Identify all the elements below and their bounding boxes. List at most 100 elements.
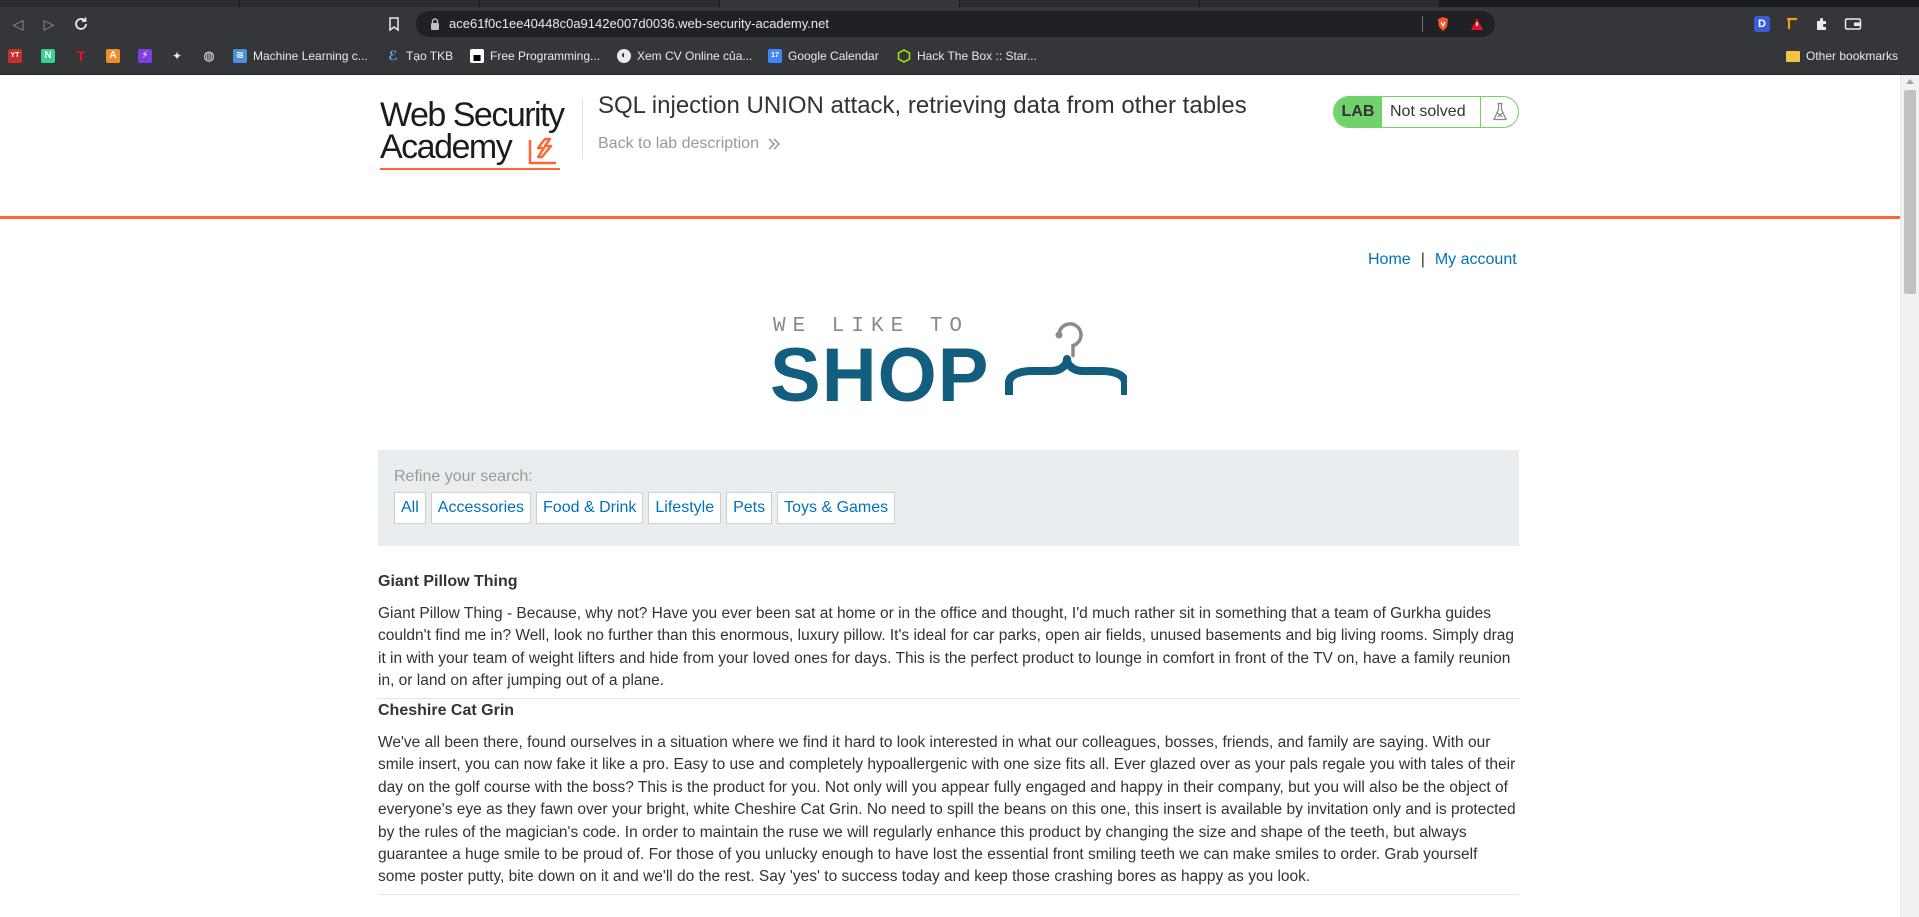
bolt-icon: ⚡	[138, 49, 152, 63]
bookmark-item[interactable]: 17 Google Calendar	[768, 41, 879, 71]
bookmark-item[interactable]: ≋ Machine Learning c...	[233, 41, 368, 71]
product-name: Giant Pillow Thing	[378, 573, 518, 590]
bookmark-label: Tạo TKB	[406, 49, 454, 63]
forward-arrow-icon[interactable]: ▷	[40, 15, 58, 33]
web-security-academy-logo[interactable]: Web Security Academy	[380, 97, 576, 173]
web-page: Web Security Academy SQL injection UNION…	[0, 75, 1900, 917]
back-link-label: Back to lab description	[598, 135, 759, 152]
wallet-icon[interactable]	[1844, 16, 1862, 32]
ml-icon: ≋	[233, 49, 247, 63]
other-bookmarks-label: Other bookmarks	[1806, 49, 1899, 63]
other-bookmarks-folder[interactable]: Other bookmarks	[1786, 41, 1898, 71]
back-arrow-icon[interactable]: ◁	[9, 15, 27, 33]
bookmark-a[interactable]: A	[106, 41, 120, 71]
brave-shields-icon[interactable]	[1435, 16, 1451, 32]
globe-icon: ◐	[617, 49, 631, 63]
header-divider	[582, 99, 583, 159]
nav-separator: |	[1420, 251, 1425, 268]
account-nav: Home | My account	[1368, 250, 1517, 270]
bookmark-globe[interactable]: ◍	[202, 41, 216, 71]
lightning-bolt-icon	[528, 137, 556, 165]
shop-logo: WE LIKE TO SHOP	[770, 313, 1130, 418]
bookmark-t[interactable]: T	[74, 41, 88, 71]
category-filters: All Accessories Food & Drink Lifestyle P…	[394, 492, 896, 524]
academy-header: Web Security Academy SQL injection UNION…	[0, 75, 1900, 219]
category-accessories[interactable]: Accessories	[430, 492, 532, 524]
reload-icon[interactable]	[72, 15, 90, 33]
product-item: Cheshire Cat Grin We've all been there, …	[378, 701, 1519, 895]
address-bar[interactable]: ace61f0c1ee40448c0a9142e007d0036.web-sec…	[416, 11, 1495, 37]
youtube-icon: YT	[8, 49, 22, 63]
extensions-puzzle-icon[interactable]	[1814, 16, 1830, 32]
clothes-hanger-icon	[1005, 322, 1127, 395]
scrollbar-thumb[interactable]	[1904, 90, 1916, 294]
page-scrollbar[interactable]	[1900, 75, 1919, 917]
folder-icon	[1786, 50, 1800, 62]
scroll-up-arrow-icon[interactable]	[1906, 79, 1914, 84]
browser-toolbar: ◁ ▷ ace61f0c1ee40448c0a9142e007d0036.web…	[0, 7, 1919, 41]
a-app-icon: A	[106, 49, 120, 63]
category-pets[interactable]: Pets	[726, 492, 773, 524]
category-food-drink[interactable]: Food & Drink	[536, 492, 644, 524]
htb-icon	[897, 49, 911, 63]
extension-hook-icon[interactable]	[1784, 16, 1800, 32]
extension-d-icon[interactable]: D	[1754, 16, 1770, 32]
bookmark-item[interactable]: ▄ Free Programming...	[470, 41, 600, 71]
brave-rewards-icon[interactable]	[1469, 16, 1485, 32]
t-app-icon: T	[76, 48, 86, 64]
calendar-icon: 17	[768, 49, 782, 63]
category-all[interactable]: All	[394, 492, 426, 524]
lock-icon	[431, 18, 439, 30]
browser-tab-active[interactable]	[720, 0, 960, 7]
product-description: We've all been there, found ourselves in…	[378, 734, 1516, 886]
product-description: Giant Pillow Thing - Because, why not? H…	[378, 605, 1514, 690]
bookmark-label: Machine Learning c...	[253, 49, 368, 63]
bookmark-label: Hack The Box :: Star...	[917, 49, 1037, 63]
refine-search-label: Refine your search:	[394, 468, 533, 485]
bookmark-label: Free Programming...	[490, 49, 601, 63]
logo-line-2: Academy	[380, 128, 513, 166]
bookmark-item[interactable]: ◐ Xem CV Online của...	[617, 41, 752, 71]
bookmark-label: Google Calendar	[788, 49, 879, 63]
address-bar-url[interactable]: ace61f0c1ee40448c0a9142e007d0036.web-sec…	[449, 11, 829, 37]
bookmark-bolt[interactable]: ⚡	[138, 41, 152, 71]
flask-icon	[1480, 97, 1518, 127]
kali-dragon-icon: ✦	[171, 49, 183, 63]
search-filter-panel: Refine your search: All Accessories Food…	[378, 450, 1519, 546]
browser-tab[interactable]	[240, 0, 480, 7]
category-lifestyle[interactable]: Lifestyle	[648, 492, 722, 524]
tab-strip	[0, 0, 1919, 7]
browser-tab[interactable]	[1200, 0, 1440, 7]
bookmark-label: Xem CV Online của...	[637, 49, 753, 63]
address-bar-divider	[1422, 16, 1423, 32]
shop-logo-word: SHOP	[770, 333, 990, 418]
product-item: Giant Pillow Thing Giant Pillow Thing - …	[378, 572, 1519, 699]
lab-title: SQL injection UNION attack, retrieving d…	[598, 92, 1247, 119]
category-toys-games[interactable]: Toys & Games	[777, 492, 896, 524]
my-account-link[interactable]: My account	[1435, 250, 1517, 270]
bookmarks-bar: YT N T A ⚡ ✦ ◍ ≋ Machine Learning c... ℰ…	[0, 41, 1919, 75]
bookmark-item[interactable]: ℰ Tạo TKB	[386, 41, 453, 71]
home-link[interactable]: Home	[1368, 250, 1411, 270]
browser-tab[interactable]	[960, 0, 1200, 7]
lab-badge: LAB	[1334, 97, 1382, 127]
lab-status-widget: LAB Not solved	[1333, 96, 1519, 128]
bookmark-n[interactable]: N	[41, 41, 55, 71]
browser-tab[interactable]	[480, 0, 720, 7]
back-to-lab-link[interactable]: Back to lab description	[598, 134, 781, 154]
bookmark-icon[interactable]	[386, 16, 402, 32]
tkb-icon: ℰ	[388, 48, 398, 63]
product-divider	[378, 697, 1519, 699]
product-divider	[378, 893, 1519, 895]
bookmark-item[interactable]: Hack The Box :: Star...	[897, 41, 1037, 71]
globe-icon: ◍	[203, 48, 215, 63]
browser-tab[interactable]	[0, 0, 240, 7]
logo-underline	[380, 168, 560, 170]
product-name: Cheshire Cat Grin	[378, 702, 515, 719]
bookmark-kali[interactable]: ✦	[170, 41, 184, 71]
lab-status-text: Not solved	[1390, 103, 1466, 120]
double-chevron-right-icon	[768, 138, 781, 150]
programming-icon: ▄	[470, 49, 484, 63]
n-app-icon: N	[41, 49, 55, 63]
bookmark-youtube[interactable]: YT	[8, 41, 22, 71]
